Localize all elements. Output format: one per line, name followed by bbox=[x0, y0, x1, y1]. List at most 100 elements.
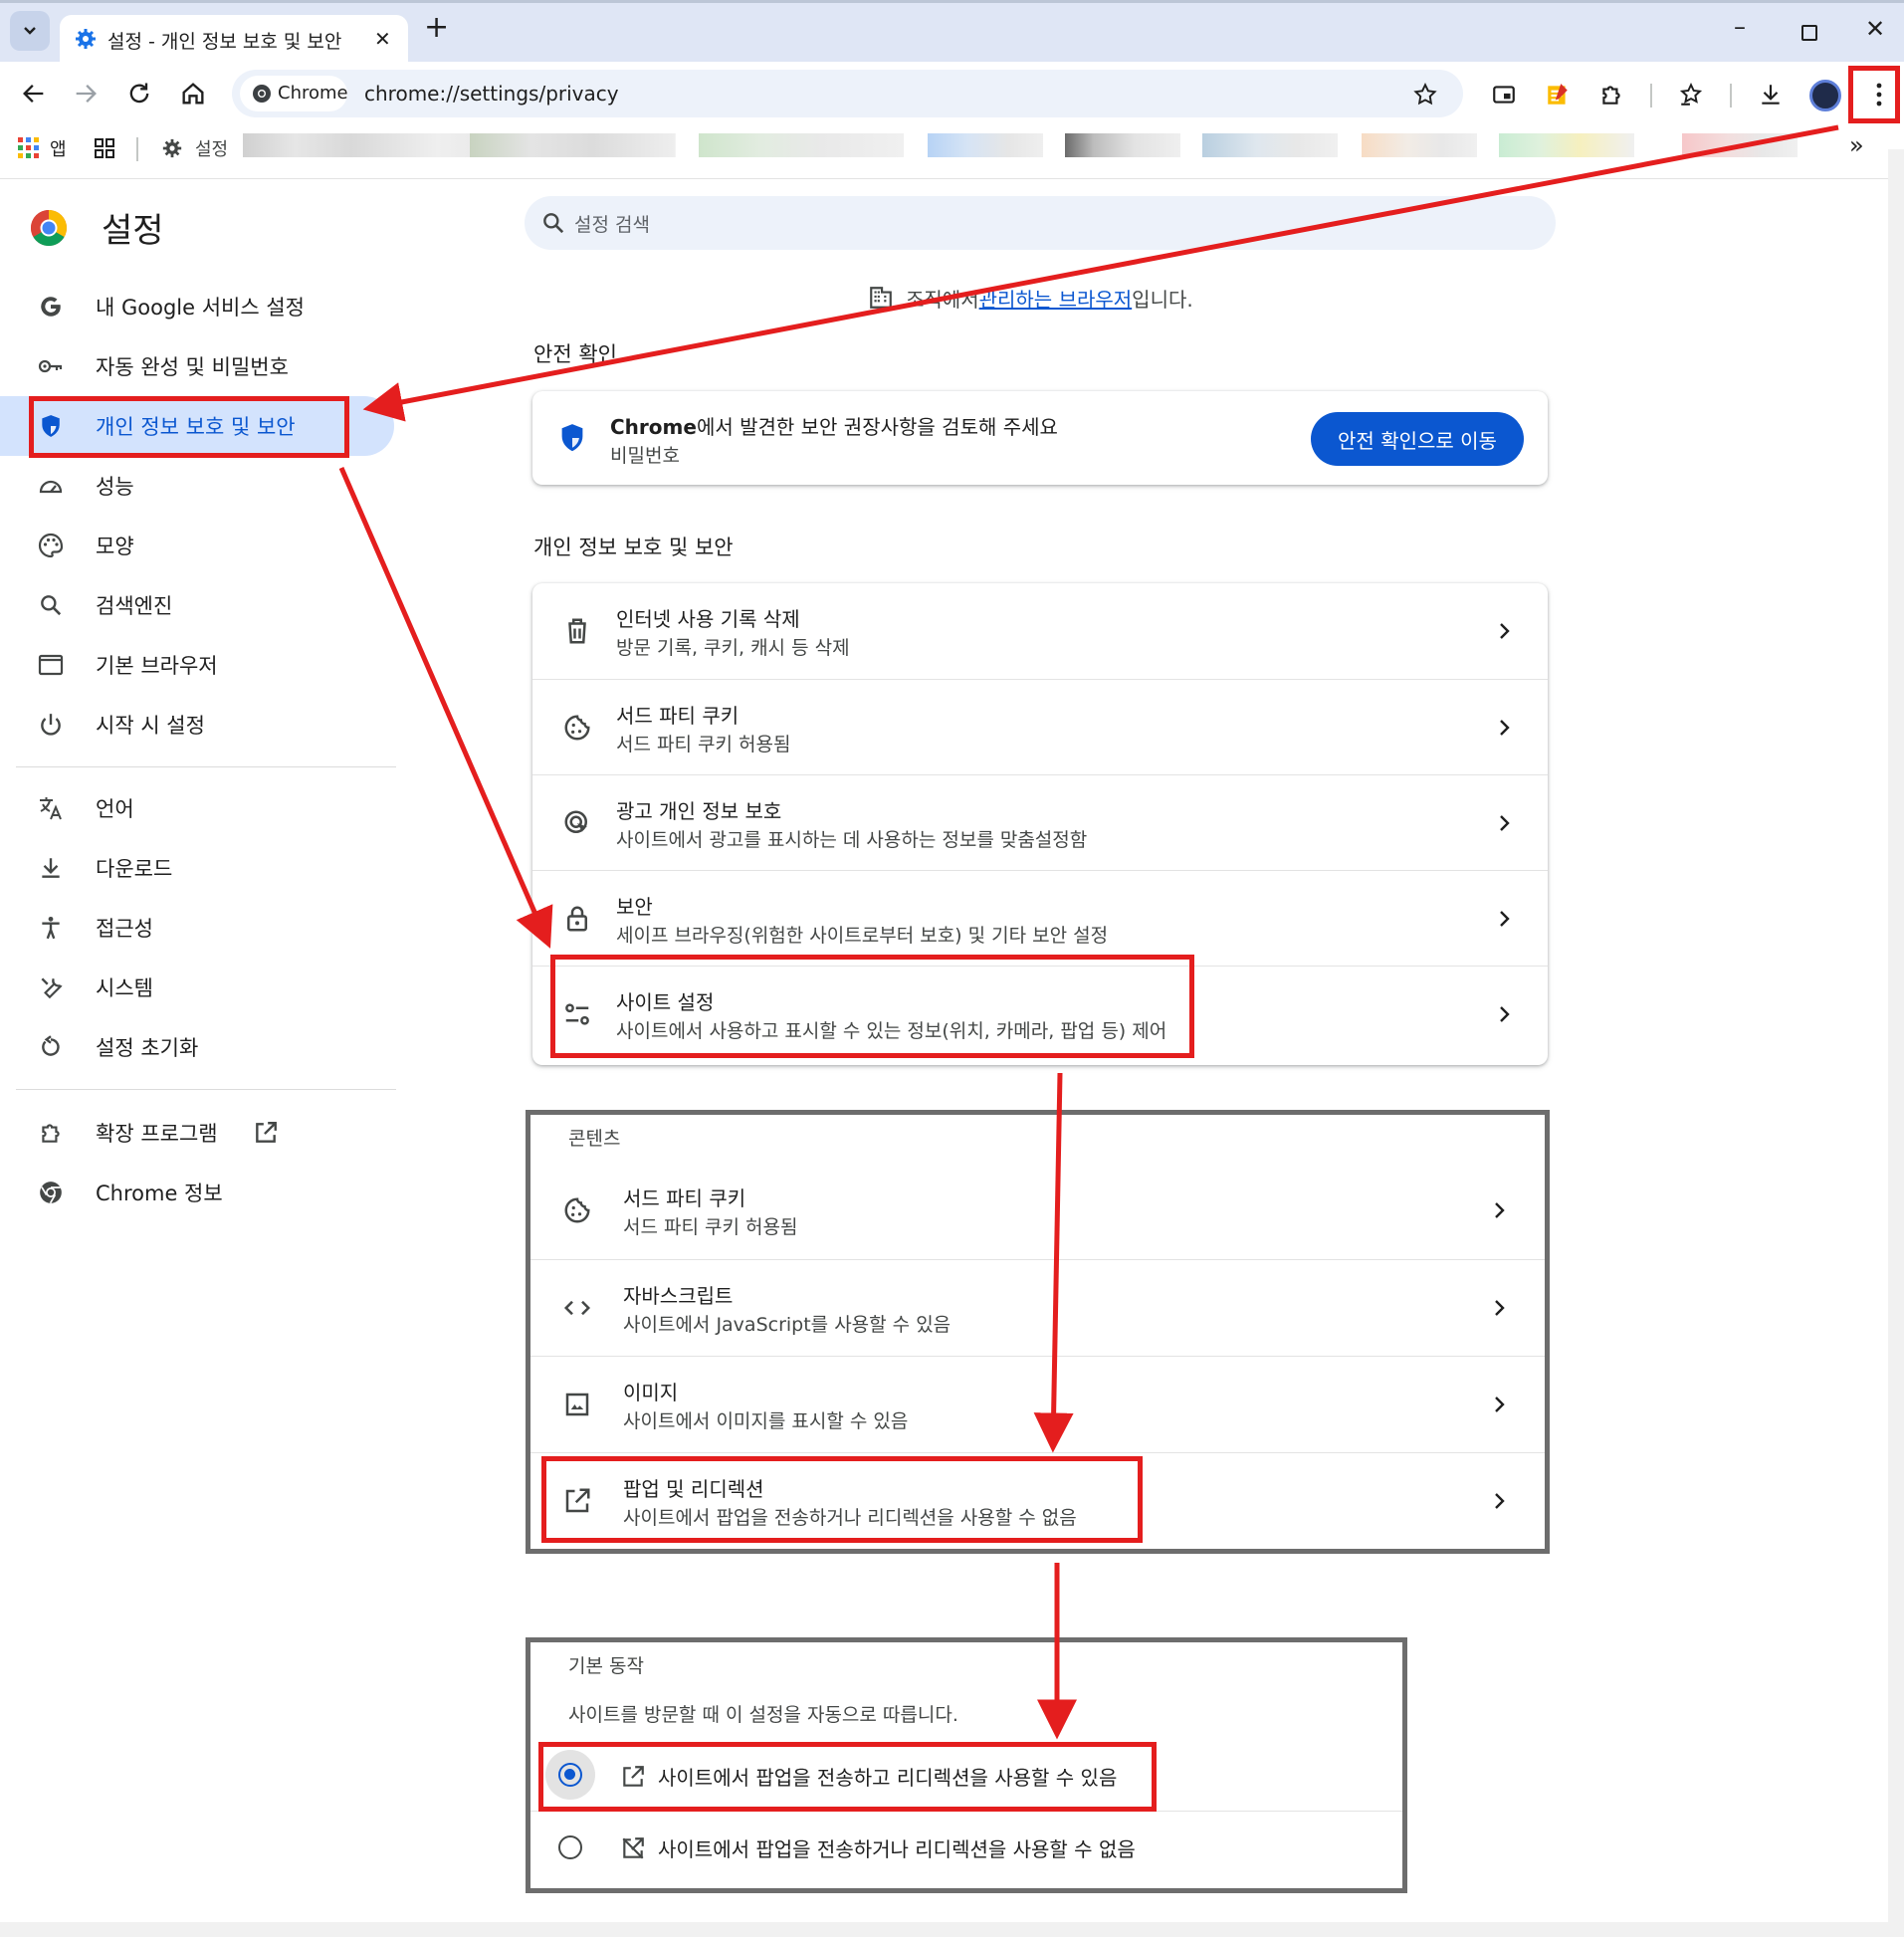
blurred-bookmark[interactable] bbox=[1362, 133, 1477, 157]
site-chip-label: Chrome bbox=[278, 83, 348, 104]
accessibility-icon bbox=[36, 913, 66, 943]
sidebar-item-reset[interactable]: 설정 초기화 bbox=[0, 1017, 396, 1077]
address-bar[interactable]: Chrome chrome://settings/privacy bbox=[232, 70, 1463, 117]
download-icon bbox=[36, 853, 66, 883]
row-title: 광고 개인 정보 보호 bbox=[616, 799, 782, 823]
third-party-cookies-row[interactable]: 서드 파티 쿠키 서드 파티 쿠키 허용됨 bbox=[532, 679, 1548, 774]
sidebar-item-label: 자동 완성 및 비밀번호 bbox=[96, 355, 289, 379]
radio-unselected[interactable] bbox=[558, 1835, 582, 1859]
sidebar-item-label: Chrome 정보 bbox=[96, 1182, 223, 1205]
sidebar-item-accessibility[interactable]: 접근성 bbox=[0, 898, 396, 958]
bookmarks-star-list-icon[interactable] bbox=[1678, 82, 1704, 108]
sidebar-item-label: 설정 초기화 bbox=[96, 1036, 199, 1060]
privacy-heading: 개인 정보 보호 및 보안 bbox=[533, 536, 734, 559]
sidebar-item-languages[interactable]: 언어 bbox=[0, 778, 396, 838]
browser-window-icon bbox=[36, 650, 66, 680]
download-icon[interactable] bbox=[1758, 82, 1784, 108]
window-close-button[interactable]: ✕ bbox=[1865, 15, 1885, 43]
url-text[interactable]: chrome://settings/privacy bbox=[364, 82, 619, 106]
chrome-icon bbox=[36, 1178, 66, 1207]
blurred-bookmark[interactable] bbox=[1065, 133, 1180, 157]
chevron-right-icon bbox=[1495, 1493, 1505, 1509]
extensions-puzzle-icon[interactable] bbox=[1598, 82, 1624, 108]
power-icon bbox=[36, 710, 66, 740]
blurred-bookmark[interactable] bbox=[470, 133, 675, 157]
bookmark-star-icon[interactable] bbox=[1412, 82, 1438, 108]
clear-browsing-data-row[interactable]: 인터넷 사용 기록 삭제 방문 기록, 쿠키, 캐시 등 삭제 bbox=[532, 583, 1548, 679]
content-third-party-cookies-row[interactable]: 서드 파티 쿠키 서드 파티 쿠키 허용됨 bbox=[530, 1163, 1545, 1259]
notes-extension-icon[interactable] bbox=[1545, 82, 1571, 108]
sidebar-item-search-engine[interactable]: 검색엔진 bbox=[0, 575, 396, 635]
managed-browser-notice: 조직에서 관리하는 브라우저 입니다. bbox=[868, 283, 1193, 313]
puzzle-icon bbox=[36, 1118, 66, 1148]
settings-bookmark-label[interactable]: 설정 bbox=[195, 135, 228, 161]
trash-icon bbox=[568, 618, 586, 644]
minimize-button[interactable]: – bbox=[1734, 13, 1746, 41]
profile-avatar[interactable] bbox=[1809, 80, 1841, 111]
safety-check-title-bold: Chrome bbox=[610, 415, 697, 439]
security-row[interactable]: 보안 세이프 브라우징(위험한 사이트로부터 보호) 및 기타 보안 설정 bbox=[532, 870, 1548, 966]
block-popups-option[interactable]: 사이트에서 팝업을 전송하거나 리디렉션을 사용할 수 없음 bbox=[530, 1814, 1402, 1885]
managed-browser-link[interactable]: 관리하는 브라우저 bbox=[979, 284, 1133, 313]
sidebar-item-label: 검색엔진 bbox=[96, 594, 173, 618]
lock-icon bbox=[567, 906, 587, 932]
toolbar-separator bbox=[1730, 84, 1732, 108]
annotation-privacy-box bbox=[29, 396, 349, 458]
tab-search-button[interactable] bbox=[10, 11, 50, 51]
ad-privacy-row[interactable]: 광고 개인 정보 보호 사이트에서 광고를 표시하는 데 사용하는 정보를 맞춤… bbox=[532, 774, 1548, 870]
safety-check-title-rest: 에서 발견한 보안 권장사항을 검토해 주세요 bbox=[696, 415, 1058, 439]
blurred-bookmark[interactable] bbox=[1499, 133, 1634, 157]
sidebar-item-system[interactable]: 시스템 bbox=[0, 958, 396, 1017]
sidebar-item-label: 시작 시 설정 bbox=[96, 714, 205, 738]
safety-check-heading: 안전 확인 bbox=[533, 342, 617, 366]
apps-grid-icon[interactable] bbox=[18, 137, 40, 159]
sidebar-item-default-browser[interactable]: 기본 브라우저 bbox=[0, 635, 396, 695]
managed-notice-suffix: 입니다. bbox=[1132, 287, 1193, 312]
cookie-icon bbox=[564, 1197, 590, 1223]
go-to-safety-check-button[interactable]: 안전 확인으로 이동 bbox=[1311, 412, 1524, 466]
blurred-bookmark[interactable] bbox=[928, 133, 1043, 157]
chevron-down-icon bbox=[24, 27, 36, 35]
cast-icon[interactable] bbox=[1491, 82, 1517, 108]
new-tab-button[interactable]: + bbox=[424, 13, 449, 43]
speedometer-icon bbox=[36, 471, 66, 501]
building-icon bbox=[870, 287, 892, 309]
key-icon bbox=[36, 351, 66, 381]
sidebar-item-about-chrome[interactable]: Chrome 정보 bbox=[0, 1163, 396, 1222]
blurred-bookmark[interactable] bbox=[1682, 133, 1798, 157]
chrome-logo-icon bbox=[30, 210, 68, 247]
sidebar-item-google-services[interactable]: 내 Google 서비스 설정 bbox=[0, 277, 396, 336]
reload-icon[interactable] bbox=[125, 80, 153, 108]
row-subtitle: 방문 기록, 쿠키, 캐시 등 삭제 bbox=[616, 637, 850, 659]
search-icon bbox=[543, 213, 564, 234]
chevron-right-icon bbox=[1500, 1006, 1510, 1022]
sidebar-item-performance[interactable]: 성능 bbox=[0, 456, 396, 516]
back-arrow-icon[interactable] bbox=[20, 80, 48, 108]
apps-bookmark-label[interactable]: 앱 bbox=[50, 135, 67, 161]
sidebar-item-appearance[interactable]: 모양 bbox=[0, 516, 396, 575]
sidebar-item-label: 다운로드 bbox=[96, 857, 173, 881]
sidebar-item-extensions[interactable]: 확장 프로그램 bbox=[0, 1103, 396, 1163]
sidebar-item-downloads[interactable]: 다운로드 bbox=[0, 838, 396, 898]
home-icon[interactable] bbox=[179, 80, 207, 108]
blurred-bookmark[interactable] bbox=[699, 133, 904, 157]
javascript-row[interactable]: 자바스크립트 사이트에서 JavaScript를 사용할 수 있음 bbox=[530, 1259, 1545, 1356]
tab-groups-icon[interactable] bbox=[94, 137, 115, 159]
maximize-button[interactable] bbox=[1801, 25, 1817, 41]
tab-close-button[interactable]: ✕ bbox=[374, 27, 391, 51]
forward-arrow-icon[interactable] bbox=[72, 80, 100, 108]
content-heading: 콘텐츠 bbox=[568, 1128, 621, 1150]
toolbar-separator bbox=[1650, 84, 1652, 108]
chevron-right-icon bbox=[1495, 1300, 1505, 1316]
safety-check-card: Chrome에서 발견한 보안 권장사항을 검토해 주세요 비밀번호 안전 확인… bbox=[532, 391, 1548, 485]
site-chip[interactable]: Chrome bbox=[240, 76, 348, 111]
more-bookmarks-button[interactable]: » bbox=[1849, 131, 1864, 159]
active-tab[interactable]: 설정 - 개인 정보 보호 및 보안 ✕ bbox=[60, 15, 408, 65]
annotation-menu-box bbox=[1848, 66, 1900, 123]
settings-search-box[interactable]: 설정 검색 bbox=[525, 196, 1556, 250]
row-title: 이미지 bbox=[623, 1381, 679, 1404]
images-row[interactable]: 이미지 사이트에서 이미지를 표시할 수 있음 bbox=[530, 1356, 1545, 1452]
sidebar-item-on-startup[interactable]: 시작 시 설정 bbox=[0, 695, 396, 754]
blurred-bookmark[interactable] bbox=[1202, 133, 1338, 157]
sidebar-item-autofill[interactable]: 자동 완성 및 비밀번호 bbox=[0, 336, 396, 396]
